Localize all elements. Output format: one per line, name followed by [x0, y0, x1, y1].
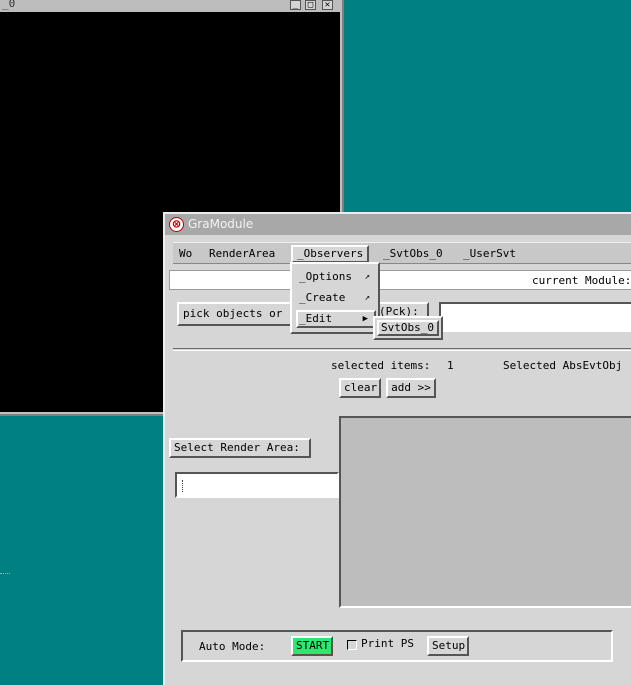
menu-observers[interactable]: _Observers: [291, 245, 370, 263]
start-button[interactable]: START: [291, 636, 333, 656]
submenu-arrow-icon: ↗: [364, 272, 370, 282]
menu-wo[interactable]: Wo: [175, 245, 196, 263]
desktop-dots: [0, 573, 10, 576]
menu-item-edit-label: _Edit: [299, 312, 333, 325]
menu-item-options[interactable]: _Options ↗: [296, 268, 376, 286]
submenu-arrow-icon: ▶: [362, 314, 368, 324]
current-module-label: current Module:: [532, 274, 631, 287]
window-title: GraModule: [188, 217, 254, 231]
print-ps-label: Print PS: [361, 637, 414, 650]
close-icon[interactable]: ✕: [322, 0, 333, 10]
menubar: Wo RenderArea _Observers _SvtObs_0 _User…: [173, 242, 631, 264]
selected-objects-list[interactable]: [339, 416, 631, 608]
menu-item-create-label: _Create: [299, 291, 346, 304]
clear-button[interactable]: clear: [339, 378, 381, 398]
print-ps-checkbox[interactable]: [347, 640, 357, 650]
separator: [173, 348, 631, 351]
menu-item-edit[interactable]: _Edit ▶: [296, 310, 376, 328]
selected-items-count: 1: [447, 359, 454, 372]
gramodule-titlebar[interactable]: ⊗ GraModule: [165, 214, 631, 235]
submenu-arrow-icon: ↗: [364, 293, 370, 303]
selected-obj-label: Selected AbsEvtObj: [503, 359, 623, 372]
select-render-area-label: Select Render Area:: [169, 438, 311, 458]
selected-items-label: selected items:: [331, 359, 431, 372]
minimize-icon[interactable]: _: [290, 0, 301, 10]
edit-submenu: SvtObs_0: [373, 316, 443, 340]
menu-item-options-label: _Options: [299, 270, 352, 283]
background-window-titlebar[interactable]: _0 _ □ ✕: [0, 0, 342, 12]
menu-usersvt[interactable]: _UserSvt: [459, 245, 520, 263]
menu-svtobs[interactable]: _SvtObs_0: [379, 245, 447, 263]
close-icon[interactable]: ⊗: [169, 217, 184, 232]
auto-mode-panel: Auto Mode: START Print PS Setup: [181, 630, 613, 662]
menu-renderarea[interactable]: RenderArea: [205, 245, 279, 263]
pick-objects-label: pick objects or: [183, 307, 283, 320]
menu-item-create[interactable]: _Create ↗: [296, 289, 376, 307]
auto-mode-label: Auto Mode:: [199, 640, 266, 653]
render-area-input[interactable]: [175, 472, 339, 498]
setup-button[interactable]: Setup: [427, 636, 469, 656]
submenu-item-svtobs[interactable]: SvtObs_0: [377, 320, 439, 336]
maximize-icon[interactable]: □: [305, 0, 316, 10]
pick-input-field[interactable]: [439, 302, 631, 332]
background-window-title: _0: [2, 0, 16, 10]
text-caret: [182, 480, 184, 492]
gramodule-window: ⊗ GraModule Wo RenderArea _Observers _Sv…: [163, 212, 631, 685]
add-button[interactable]: add >>: [386, 378, 436, 398]
observers-dropdown: _Options ↗ _Create ↗ _Edit ▶: [290, 262, 380, 334]
module-strip: current Module:: [169, 270, 631, 290]
